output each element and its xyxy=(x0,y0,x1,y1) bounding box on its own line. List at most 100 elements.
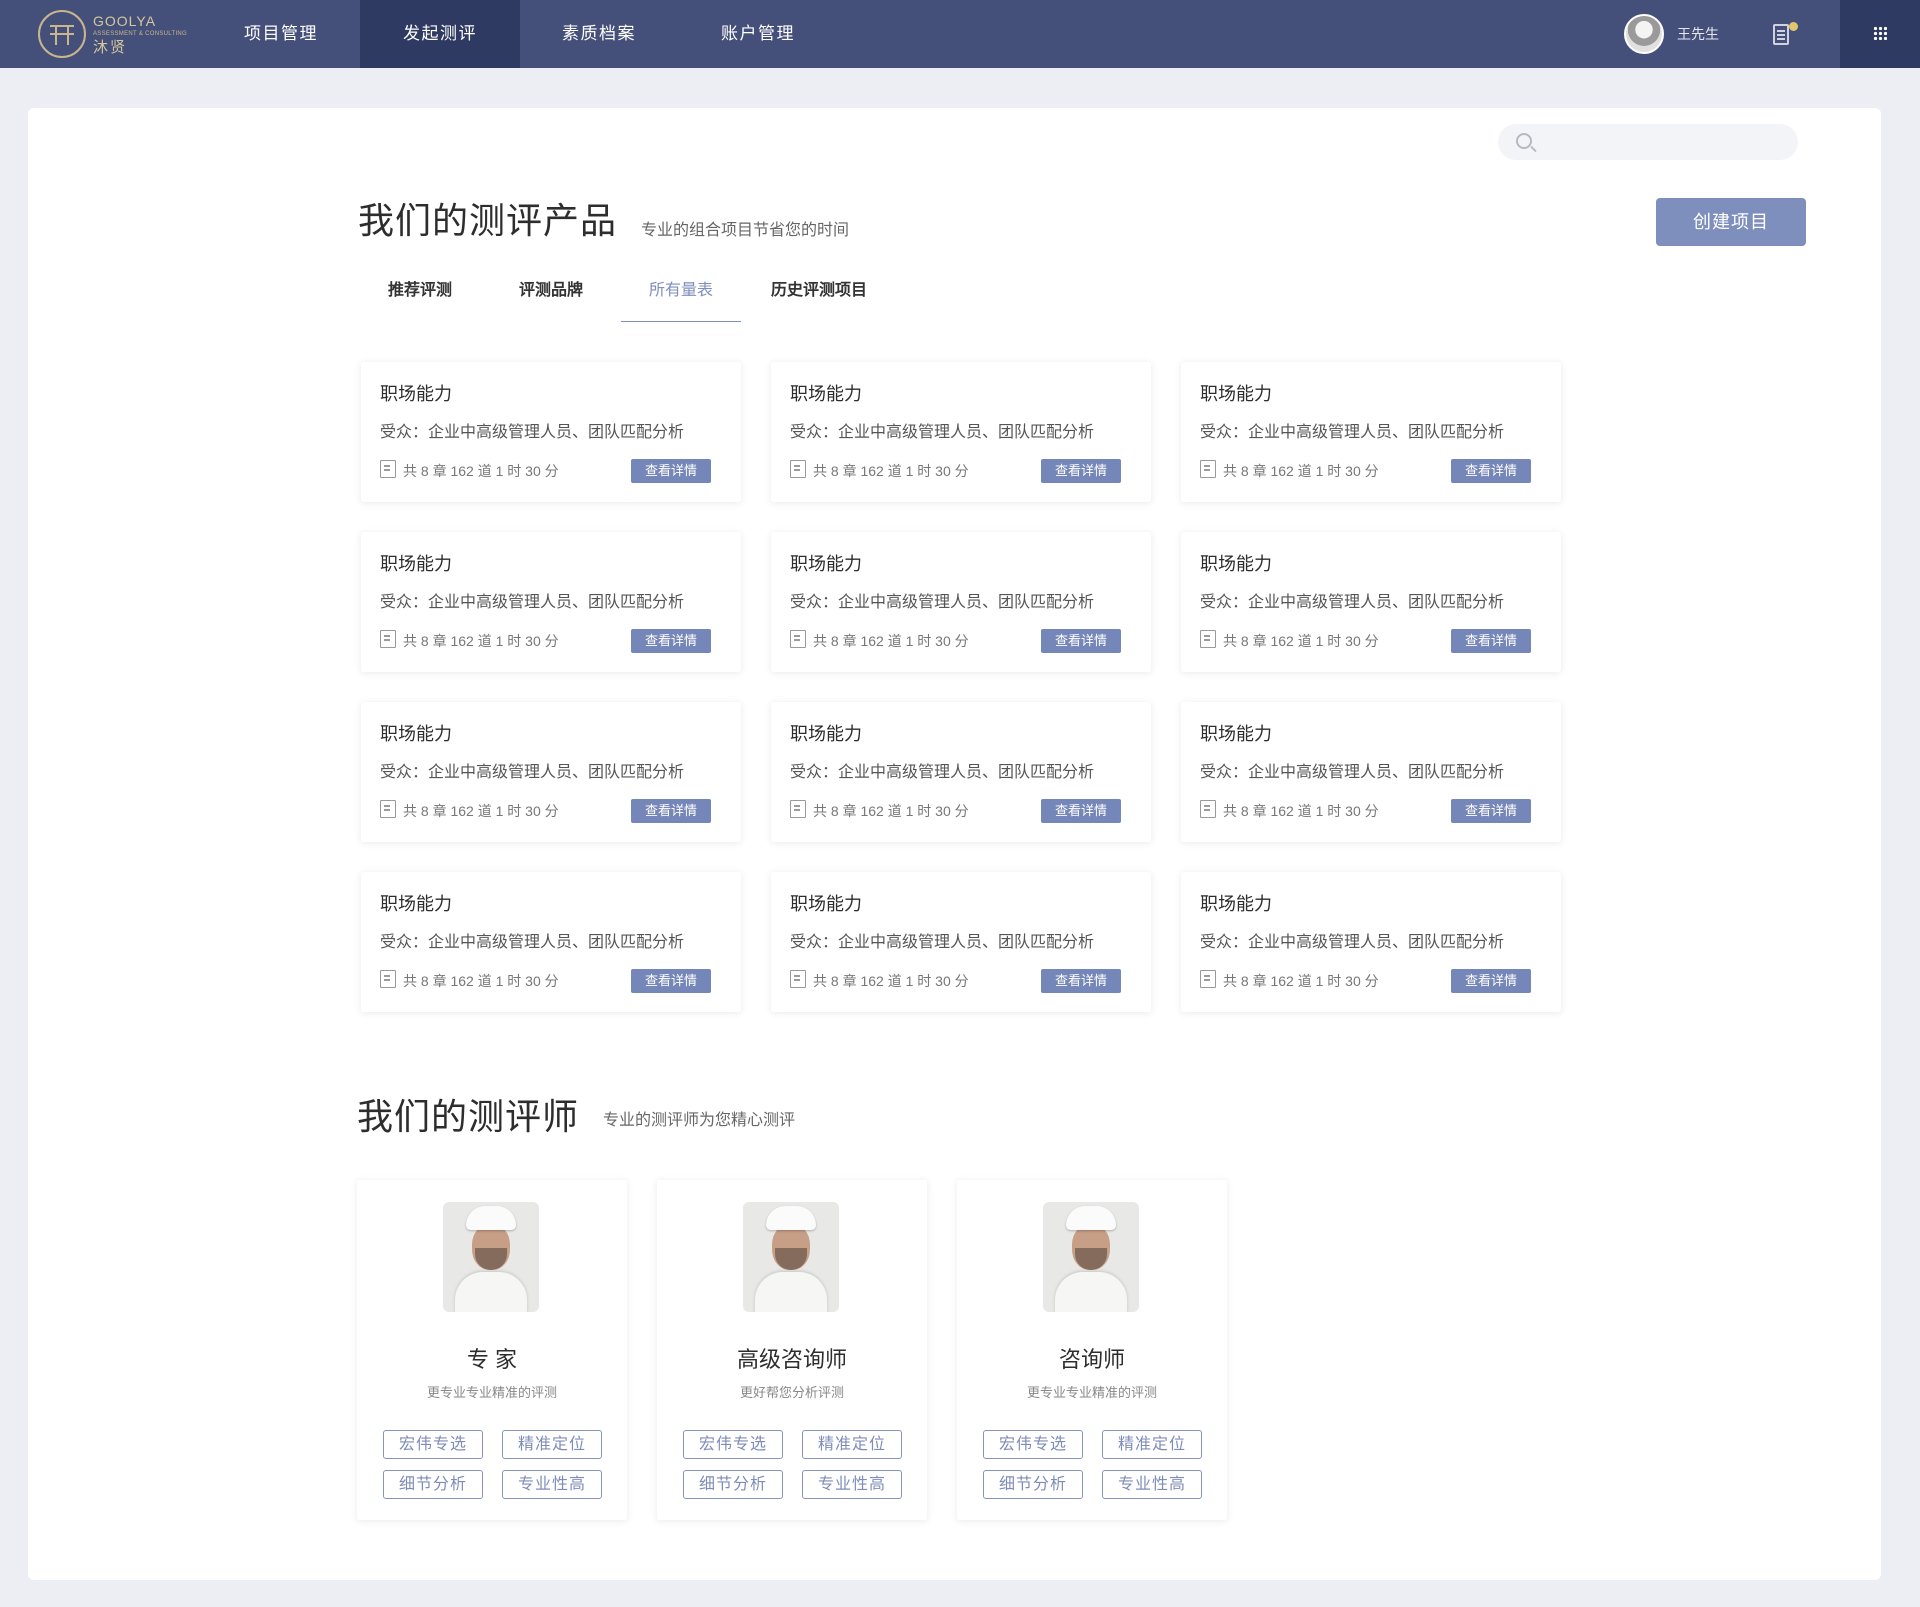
view-details-button[interactable]: 查看详情 xyxy=(1451,629,1531,653)
assessor-tag[interactable]: 宏伟专选 xyxy=(383,1430,483,1459)
document-icon[interactable] xyxy=(1773,24,1789,45)
view-details-button[interactable]: 查看详情 xyxy=(1041,799,1121,823)
card-audience: 受众：企业中高级管理人员、团队匹配分析 xyxy=(1200,764,1505,781)
assessor-tag[interactable]: 精准定位 xyxy=(1102,1430,1202,1459)
product-card[interactable]: 职场能力 受众：企业中高级管理人员、团队匹配分析共 8 章 162 道 1 时 3… xyxy=(1181,702,1561,842)
assessor-tag[interactable]: 精准定位 xyxy=(502,1430,602,1459)
product-card[interactable]: 职场能力 受众：企业中高级管理人员、团队匹配分析共 8 章 162 道 1 时 3… xyxy=(771,362,1151,502)
card-meta: 共 8 章 162 道 1 时 30 分 xyxy=(813,633,969,649)
search-input[interactable] xyxy=(1542,124,1782,160)
card-audience: 受众：企业中高级管理人员、团队匹配分析 xyxy=(380,934,685,951)
card-audience: 受众：企业中高级管理人员、团队匹配分析 xyxy=(1200,594,1505,611)
document-icon xyxy=(380,800,396,818)
assessor-tag[interactable]: 专业性高 xyxy=(502,1470,602,1499)
card-meta: 共 8 章 162 道 1 时 30 分 xyxy=(813,803,969,819)
tab-all-scales[interactable]: 所有量表 xyxy=(621,276,741,322)
product-card[interactable]: 职场能力受众：企业中高级管理人员、团队匹配分析共 8 章 162 道 1 时 3… xyxy=(361,362,741,502)
assessor-tag[interactable]: 宏伟专选 xyxy=(983,1430,1083,1459)
search-icon[interactable] xyxy=(1516,133,1532,149)
view-details-button[interactable]: 查看详情 xyxy=(631,799,711,823)
assessor-photo xyxy=(743,1202,839,1312)
document-icon xyxy=(790,630,806,648)
assessor-tag[interactable]: 专业性高 xyxy=(802,1470,902,1499)
product-card[interactable]: 职场能力 受众：企业中高级管理人员、团队匹配分析共 8 章 162 道 1 时 3… xyxy=(1181,532,1561,672)
card-audience: 受众：企业中高级管理人员、团队匹配分析 xyxy=(1200,934,1505,951)
main-panel xyxy=(28,108,1881,1580)
assessors-subtitle: 专业的测评师为您精心测评 xyxy=(603,1112,796,1129)
card-audience: 受众：企业中高级管理人员、团队匹配分析 xyxy=(380,424,685,441)
card-meta: 共 8 章 162 道 1 时 30 分 xyxy=(403,973,559,989)
document-icon xyxy=(790,970,806,988)
goolya-logo-icon xyxy=(38,10,86,58)
nav-item-start-assessment[interactable]: 发起测评 xyxy=(360,0,520,68)
brand-text: GOOLYA ASSESSMENT & CONSULTING 沐贤 xyxy=(93,14,187,55)
assessor-card[interactable]: 专 家更专业专业精准的评测宏伟专选 精准定位 细节分析 专业性高 xyxy=(357,1180,627,1520)
view-details-button[interactable]: 查看详情 xyxy=(631,969,711,993)
assessor-tag[interactable]: 细节分析 xyxy=(983,1470,1083,1499)
document-icon xyxy=(1200,970,1216,988)
view-details-button[interactable]: 查看详情 xyxy=(1041,629,1121,653)
product-card[interactable]: 职场能力 受众：企业中高级管理人员、团队匹配分析共 8 章 162 道 1 时 3… xyxy=(361,532,741,672)
document-icon xyxy=(790,460,806,478)
brand-logo[interactable]: GOOLYA ASSESSMENT & CONSULTING 沐贤 xyxy=(38,10,187,58)
card-meta: 共 8 章 162 道 1 时 30 分 xyxy=(403,463,559,479)
tab-history-projects[interactable]: 历史评测项目 xyxy=(764,276,874,322)
product-card[interactable]: 职场能力 受众：企业中高级管理人员、团队匹配分析共 8 章 162 道 1 时 3… xyxy=(361,702,741,842)
card-title: 职场能力 xyxy=(1200,384,1272,404)
tab-brands[interactable]: 评测品牌 xyxy=(511,276,591,322)
assessor-tag[interactable]: 细节分析 xyxy=(683,1470,783,1499)
assessor-name: 专 家 xyxy=(466,1347,518,1372)
card-audience: 受众：企业中高级管理人员、团队匹配分析 xyxy=(1200,424,1505,441)
view-details-button[interactable]: 查看详情 xyxy=(631,459,711,483)
brand-name-cn: 沐贤 xyxy=(93,38,128,56)
assessor-tag[interactable]: 宏伟专选 xyxy=(683,1430,783,1459)
assessor-tag[interactable]: 专业性高 xyxy=(1102,1470,1202,1499)
card-meta: 共 8 章 162 道 1 时 30 分 xyxy=(813,463,969,479)
document-icon xyxy=(380,970,396,988)
assessor-card[interactable]: 高级咨询师 更好帮您分析评测 宏伟专选 精准定位 细节分析 专业性高 xyxy=(657,1180,927,1520)
product-card[interactable]: 职场能力受众：企业中高级管理人员、团队匹配分析共 8 章 162 道 1 时 3… xyxy=(361,872,741,1012)
card-meta: 共 8 章 162 道 1 时 30 分 xyxy=(1223,973,1379,989)
search-box[interactable] xyxy=(1498,124,1798,160)
product-card[interactable]: 职场能力受众：企业中高级管理人员、团队匹配分析共 8 章 162 道 1 时 3… xyxy=(771,702,1151,842)
product-card[interactable]: 职场能力 受众：企业中高级管理人员、团队匹配分析共 8 章 162 道 1 时 3… xyxy=(1181,362,1561,502)
view-details-button[interactable]: 查看详情 xyxy=(631,629,711,653)
nav-item-account-management[interactable]: 账户管理 xyxy=(703,0,813,68)
document-icon xyxy=(1200,630,1216,648)
nav-item-project-management[interactable]: 项目管理 xyxy=(226,0,336,68)
product-card[interactable]: 职场能力 受众：企业中高级管理人员、团队匹配分析共 8 章 162 道 1 时 3… xyxy=(1181,872,1561,1012)
assessor-card[interactable]: 咨询师 更专业专业精准的评测 宏伟专选 精准定位 细节分析 专业性高 xyxy=(957,1180,1227,1520)
grid-icon xyxy=(1873,26,1887,40)
nav-item-quality-archive[interactable]: 素质档案 xyxy=(544,0,654,68)
card-meta: 共 8 章 162 道 1 时 30 分 xyxy=(1223,633,1379,649)
products-subtitle: 专业的组合项目节省您的时间 xyxy=(641,222,850,239)
card-title: 职场能力 xyxy=(380,894,452,914)
view-details-button[interactable]: 查看详情 xyxy=(1451,969,1531,993)
assessors-title: 我们的测评师 xyxy=(357,1096,580,1137)
product-card[interactable]: 职场能力 受众：企业中高级管理人员、团队匹配分析共 8 章 162 道 1 时 3… xyxy=(771,872,1151,1012)
assessor-desc: 更专业专业精准的评测 xyxy=(426,1385,557,1400)
view-details-button[interactable]: 查看详情 xyxy=(1041,459,1121,483)
card-audience: 受众：企业中高级管理人员、团队匹配分析 xyxy=(790,934,1095,951)
create-project-button[interactable]: 创建项目 xyxy=(1656,198,1806,246)
user-name[interactable]: 王先生 xyxy=(1677,24,1719,44)
card-title: 职场能力 xyxy=(790,894,862,914)
products-title: 我们的测评产品 xyxy=(358,200,618,241)
card-title: 职场能力 xyxy=(790,724,862,744)
assessor-tag[interactable]: 细节分析 xyxy=(383,1470,483,1499)
view-details-button[interactable]: 查看详情 xyxy=(1451,799,1531,823)
apps-menu-button[interactable] xyxy=(1840,0,1920,68)
view-details-button[interactable]: 查看详情 xyxy=(1041,969,1121,993)
view-details-button[interactable]: 查看详情 xyxy=(1451,459,1531,483)
document-icon xyxy=(380,630,396,648)
card-title: 职场能力 xyxy=(1200,724,1272,744)
product-card[interactable]: 职场能力 受众：企业中高级管理人员、团队匹配分析共 8 章 162 道 1 时 3… xyxy=(771,532,1151,672)
assessor-photo xyxy=(443,1202,539,1312)
tab-recommended[interactable]: 推荐评测 xyxy=(380,276,460,322)
assessor-tag[interactable]: 精准定位 xyxy=(802,1430,902,1459)
card-audience: 受众：企业中高级管理人员、团队匹配分析 xyxy=(790,764,1095,781)
card-title: 职场能力 xyxy=(380,384,452,404)
notification-badge xyxy=(1789,22,1798,31)
document-icon xyxy=(790,800,806,818)
user-avatar[interactable] xyxy=(1624,14,1664,54)
